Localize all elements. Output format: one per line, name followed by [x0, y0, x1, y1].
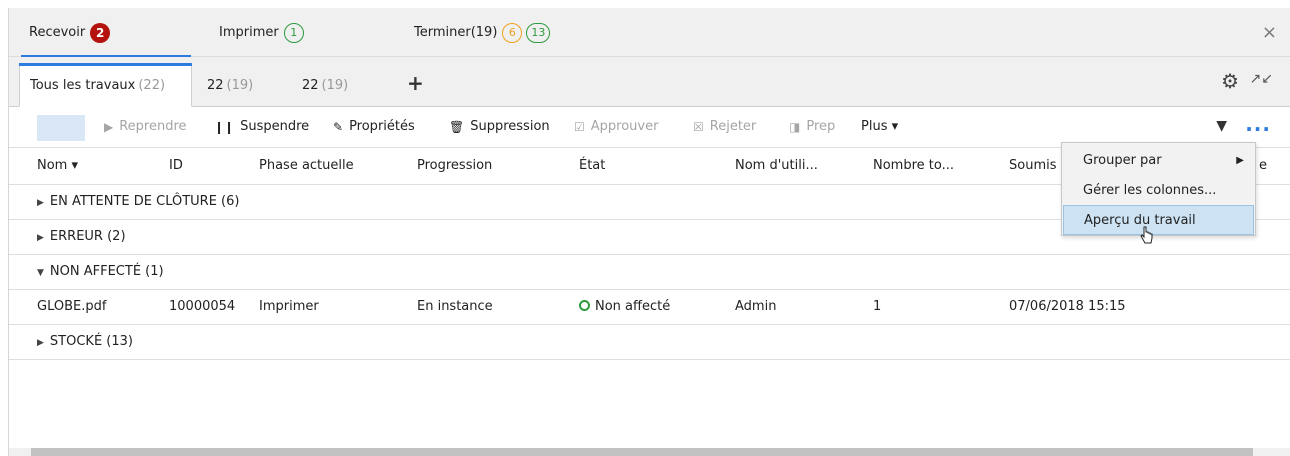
checkbox-icon: ☑ [574, 119, 585, 134]
suspendre-button[interactable]: ❙❙ Suspendre [214, 119, 309, 134]
collapse-icon[interactable]: ↗↙ [1250, 71, 1273, 87]
proprietes-label: Propriétés [349, 119, 415, 134]
more-options-icon[interactable]: ... [1245, 112, 1271, 136]
tab-view-3-count: (19) [321, 77, 349, 93]
tab-tous-label: Tous les travaux [30, 77, 136, 93]
suspendre-label: Suspendre [240, 119, 310, 134]
cell-user: Admin [735, 299, 777, 314]
column-soumis[interactable]: Soumis [1009, 158, 1057, 173]
cell-etat-label: Non affecté [595, 299, 671, 314]
table-row[interactable]: GLOBE.pdf 10000054 Imprimer En instance … [9, 290, 1290, 325]
tab-tous-count: (22) [138, 77, 166, 93]
menu-item-apercu[interactable]: Aperçu du travail [1063, 205, 1254, 235]
terminer-warning-badge: 6 [502, 22, 523, 43]
proprietes-button[interactable]: ✎ Propriétés [333, 119, 415, 134]
queue-tab-bar: Recevoir 2 Imprimer 1 Terminer(19) 6 13 … [9, 8, 1290, 58]
suppression-button[interactable]: 🗑 Suppression [449, 119, 550, 134]
plus-dropdown[interactable]: Plus ▾ [861, 119, 898, 134]
cell-progression: En instance [417, 299, 493, 314]
terminer-done-badge: 13 [526, 22, 551, 43]
group-row[interactable]: ▼ NON AFFECTÉ (1) [9, 255, 1290, 290]
column-nombre[interactable]: Nombre to... [873, 158, 954, 173]
column-last[interactable]: e [1259, 158, 1267, 173]
pencil-icon: ✎ [333, 119, 344, 134]
close-icon[interactable]: × [1262, 22, 1277, 43]
group-row[interactable]: ▶ STOCKÉ (13) [9, 325, 1290, 360]
filter-icon[interactable]: ▼ [1216, 118, 1227, 134]
plus-label: Plus ▾ [861, 119, 899, 134]
prep-button[interactable]: ◨ Prep [789, 119, 835, 134]
prep-icon: ◨ [789, 119, 801, 134]
tab-imprimer-label: Imprimer [219, 25, 279, 40]
cell-nombre: 1 [873, 299, 882, 314]
trash-icon: 🗑 [449, 119, 465, 134]
view-tab-bar: Tous les travaux (22) 22 (19) 22 (19) + … [9, 57, 1290, 107]
recevoir-count-badge: 2 [90, 22, 111, 43]
reprendre-label: Reprendre [119, 119, 187, 134]
options-menu: Grouper par ▶ Gérer les colonnes... Aper… [1061, 142, 1256, 236]
menu-grouper-label: Grouper par [1083, 152, 1162, 168]
submenu-arrow-icon: ▶ [1236, 154, 1244, 166]
suppression-label: Suppression [470, 119, 550, 134]
rejeter-label: Rejeter [709, 119, 757, 134]
group-label: EN ATTENTE DE CLÔTURE (6) [49, 194, 240, 209]
column-id[interactable]: ID [169, 158, 183, 173]
cell-id: 10000054 [169, 299, 236, 314]
group-label: ERREUR (2) [49, 229, 126, 244]
tab-tous-les-travaux[interactable]: Tous les travaux (22) [19, 63, 192, 107]
reprendre-button[interactable]: ▶ Reprendre [104, 119, 187, 134]
menu-item-grouper[interactable]: Grouper par ▶ [1063, 145, 1254, 175]
collapse-group-icon: ▼ [37, 268, 44, 278]
column-nom[interactable]: Nom ▾ [37, 158, 78, 173]
group-label: NON AFFECTÉ (1) [49, 264, 164, 279]
scrollbar-thumb[interactable] [31, 448, 1253, 456]
expand-icon: ▶ [37, 233, 44, 243]
menu-item-gerer-colonnes[interactable]: Gérer les colonnes... [1063, 175, 1254, 205]
pause-icon: ❙❙ [214, 119, 235, 134]
tab-view-2-count: (19) [226, 77, 254, 93]
menu-gerer-label: Gérer les colonnes... [1083, 182, 1217, 198]
tab-recevoir-label: Recevoir [29, 25, 86, 40]
tab-imprimer[interactable]: Imprimer 1 [219, 8, 304, 57]
tab-recevoir[interactable]: Recevoir 2 [21, 8, 191, 58]
tab-terminer[interactable]: Terminer(19) 6 13 [414, 8, 551, 57]
prep-label: Prep [806, 119, 836, 134]
expand-icon: ▶ [37, 338, 44, 348]
approuver-label: Approuver [590, 119, 659, 134]
play-icon: ▶ [104, 119, 114, 134]
hand-cursor-icon [1140, 226, 1153, 244]
add-tab-icon[interactable]: + [407, 71, 424, 95]
tab-terminer-label: Terminer(19) [414, 25, 498, 40]
rejeter-button[interactable]: ☒ Rejeter [693, 119, 756, 134]
column-user[interactable]: Nom d'utili... [735, 158, 818, 173]
approuver-button[interactable]: ☑ Approuver [574, 119, 658, 134]
group-label: STOCKÉ (13) [49, 334, 133, 349]
column-progression[interactable]: Progression [417, 158, 492, 173]
selection-box[interactable] [37, 115, 85, 141]
cell-phase: Imprimer [259, 299, 319, 314]
cell-etat: Non affecté [579, 299, 670, 314]
status-circle-icon [579, 300, 590, 311]
cell-nom: GLOBE.pdf [37, 299, 107, 314]
gear-icon[interactable]: ⚙ [1221, 69, 1239, 93]
tab-view-3[interactable]: 22 (19) [292, 63, 358, 107]
tab-view-2[interactable]: 22 (19) [197, 63, 263, 107]
cell-soumis: 07/06/2018 15:15 [1009, 299, 1126, 314]
reject-icon: ☒ [693, 119, 704, 134]
column-etat[interactable]: État [579, 158, 605, 173]
tab-view-2-label: 22 [207, 77, 224, 93]
imprimer-count-badge: 1 [283, 22, 304, 43]
horizontal-scrollbar[interactable] [9, 448, 1290, 456]
tab-view-3-label: 22 [302, 77, 319, 93]
expand-icon: ▶ [37, 198, 44, 208]
column-phase[interactable]: Phase actuelle [259, 158, 354, 173]
